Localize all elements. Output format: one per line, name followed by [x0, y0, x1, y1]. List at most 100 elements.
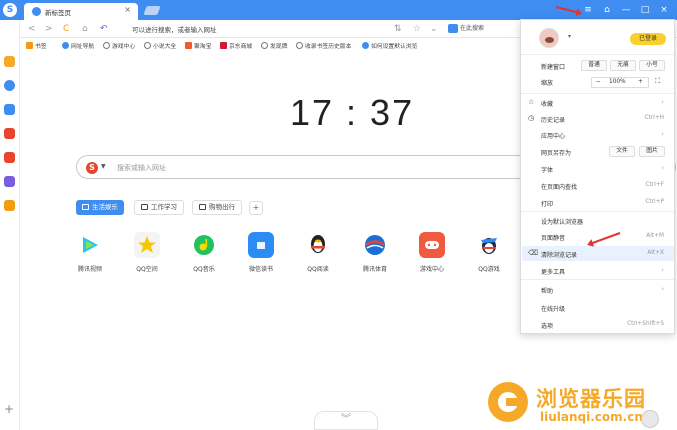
add-sidebar-icon[interactable]: + — [4, 402, 14, 416]
shortcut-qzone[interactable]: QQ空间 — [127, 232, 167, 273]
clock: 17 : 37 — [290, 92, 415, 133]
close-window-button[interactable]: × — [655, 3, 673, 17]
bookmark-item[interactable]: 书签 — [26, 41, 47, 50]
shortcut-game-center[interactable]: 游戏中心 — [412, 232, 452, 273]
new-traceless-window-button[interactable]: 无痕 — [610, 60, 636, 71]
image-icon — [82, 204, 89, 210]
shortcut-tencent-sports[interactable]: 腾讯体育 — [355, 232, 395, 273]
menu-item-find[interactable]: 在页面内查找 — [541, 182, 577, 191]
qq-music-icon — [191, 232, 217, 258]
scroll-down-button[interactable]: ︾ — [314, 411, 378, 430]
jd-icon — [220, 42, 227, 49]
bookmark-item[interactable]: 聚淘宝 — [185, 41, 211, 50]
tab-new-tab[interactable]: 新标签页 × — [24, 3, 138, 20]
translate-sidebar-icon[interactable] — [4, 200, 15, 211]
new-small-window-button[interactable]: 小号 — [639, 60, 665, 71]
bookmark-label: 发现牌 — [270, 44, 288, 50]
pdf-sidebar-icon[interactable] — [4, 152, 15, 163]
menu-item-new-window[interactable]: 新建窗口 — [541, 62, 565, 71]
shortcut-label: 腾讯体育 — [362, 266, 387, 273]
login-button[interactable]: 已登录 — [630, 33, 666, 45]
browser-logo-icon[interactable]: S — [3, 3, 17, 17]
bookmark-item[interactable]: 京东商城 — [220, 41, 252, 50]
zoom-in-button[interactable]: + — [638, 78, 643, 87]
shortcut-text: Ctrl+H — [644, 115, 664, 121]
tab-close-icon[interactable]: × — [124, 5, 131, 14]
bookmark-label: 如何设置默认浏览 — [371, 44, 418, 50]
bookmark-label: 书签 — [35, 44, 47, 50]
bookmark-item[interactable]: 游戏中心 — [103, 41, 135, 50]
menu-item-print[interactable]: 打印 — [541, 199, 553, 208]
menu-item-save-page[interactable]: 网页另存为 — [541, 148, 571, 157]
new-tab-button[interactable] — [143, 6, 161, 15]
home-icon[interactable]: ⌂ — [82, 23, 88, 35]
qq-game-icon — [476, 232, 502, 258]
add-category-button[interactable]: + — [249, 201, 263, 215]
help-icon — [362, 42, 369, 49]
toolbar-search-box[interactable]: 在此搜索 — [448, 23, 496, 35]
chevron-down-icon[interactable]: ▼ — [101, 163, 106, 170]
menu-item-options[interactable]: 选项 — [541, 321, 553, 330]
shortcut-text: Alt+M — [646, 233, 664, 239]
sogou-search-icon[interactable]: S — [86, 162, 98, 174]
save-as-image-button[interactable]: 图片 — [639, 146, 665, 157]
shortcut-weread[interactable]: 微信读书 — [241, 232, 281, 273]
toolbar-search-label: 在此搜索 — [460, 25, 485, 32]
back-icon[interactable]: < — [28, 23, 36, 35]
qq-penguin-icon — [305, 232, 331, 258]
cloud-sidebar-icon[interactable] — [4, 104, 15, 115]
history-sidebar-icon[interactable] — [4, 80, 15, 91]
notes-sidebar-icon[interactable] — [4, 176, 15, 187]
weibo-sidebar-icon[interactable] — [4, 128, 15, 139]
globe-icon — [144, 42, 151, 49]
watermark-title: 浏览器乐园 — [536, 387, 646, 411]
address-dropdown-icon[interactable]: ⌄ — [430, 23, 438, 35]
shortcut-label: 微信读书 — [248, 266, 273, 273]
watermark-logo — [488, 382, 528, 422]
maximize-button[interactable]: □ — [636, 3, 654, 17]
tab-work-study[interactable]: 工作学习 — [134, 200, 184, 215]
avatar[interactable] — [539, 28, 559, 48]
forward-icon[interactable]: > — [45, 23, 53, 35]
menu-item-mute[interactable]: 页面静音 — [541, 233, 565, 242]
menu-item-font[interactable]: 字体 — [541, 165, 553, 174]
skin-button-icon[interactable] — [641, 410, 659, 428]
tab-life-entertainment[interactable]: 生活娱乐 — [76, 200, 124, 215]
bookmark-item[interactable]: 发现牌 — [261, 41, 287, 50]
share-icon[interactable]: ⇅ — [394, 23, 402, 35]
star-icon: ☆ — [528, 98, 535, 106]
menu-item-favorites[interactable]: 收藏 — [541, 99, 553, 108]
new-normal-window-button[interactable]: 普通 — [581, 60, 607, 71]
shortcut-qq-game[interactable]: QQ游戏 — [469, 232, 509, 273]
url-input[interactable]: 可以进行搜索，或者输入网址 — [132, 24, 217, 34]
shortcut-qq-read[interactable]: QQ阅读 — [298, 232, 338, 273]
bookmark-item[interactable]: 收录书签历史版本 — [296, 41, 351, 50]
shortcut-tencent-video[interactable]: 腾讯视频 — [70, 232, 110, 273]
bookmark-item[interactable]: 小说大全 — [144, 41, 176, 50]
favorites-sidebar-icon[interactable] — [4, 56, 15, 67]
zoom-control: − 100% + — [591, 77, 649, 88]
menu-item-clear-history[interactable]: 清除浏览记录 — [541, 250, 577, 259]
zoom-out-button[interactable]: − — [596, 78, 601, 87]
shortcut-text: Ctrl+Shift+S — [627, 321, 664, 327]
refresh-icon[interactable]: C — [63, 23, 69, 35]
minimize-button[interactable]: — — [617, 3, 635, 17]
shortcut-qq-music[interactable]: QQ音乐 — [184, 232, 224, 273]
menu-item-app-center[interactable]: 应用中心 — [541, 131, 565, 140]
menu-item-set-default[interactable]: 设为默认浏览器 — [541, 217, 583, 226]
menu-item-upgrade[interactable]: 在线升级 — [541, 304, 565, 313]
menu-item-history[interactable]: 历史记录 — [541, 115, 565, 124]
bookmark-item[interactable]: 网址导航 — [62, 41, 94, 50]
skin-icon[interactable]: ⌂ — [598, 3, 616, 17]
fullscreen-icon[interactable]: ⛶ — [655, 77, 660, 86]
save-as-file-button[interactable]: 文件 — [609, 146, 635, 157]
tab-label: 工作学习 — [151, 203, 177, 211]
bookmark-star-icon[interactable]: ☆ — [413, 23, 421, 35]
undo-icon[interactable]: ↶ — [100, 23, 108, 35]
bookmark-item[interactable]: 如何设置默认浏览 — [362, 41, 417, 50]
menu-item-help[interactable]: 帮助 — [541, 286, 553, 295]
tab-shopping-travel[interactable]: 购物出行 — [192, 200, 242, 215]
user-dropdown-icon[interactable]: ▾ — [568, 33, 571, 40]
menu-item-more-tools[interactable]: 更多工具 — [541, 267, 565, 276]
search-input[interactable]: 搜索或输入网址 — [117, 163, 166, 173]
